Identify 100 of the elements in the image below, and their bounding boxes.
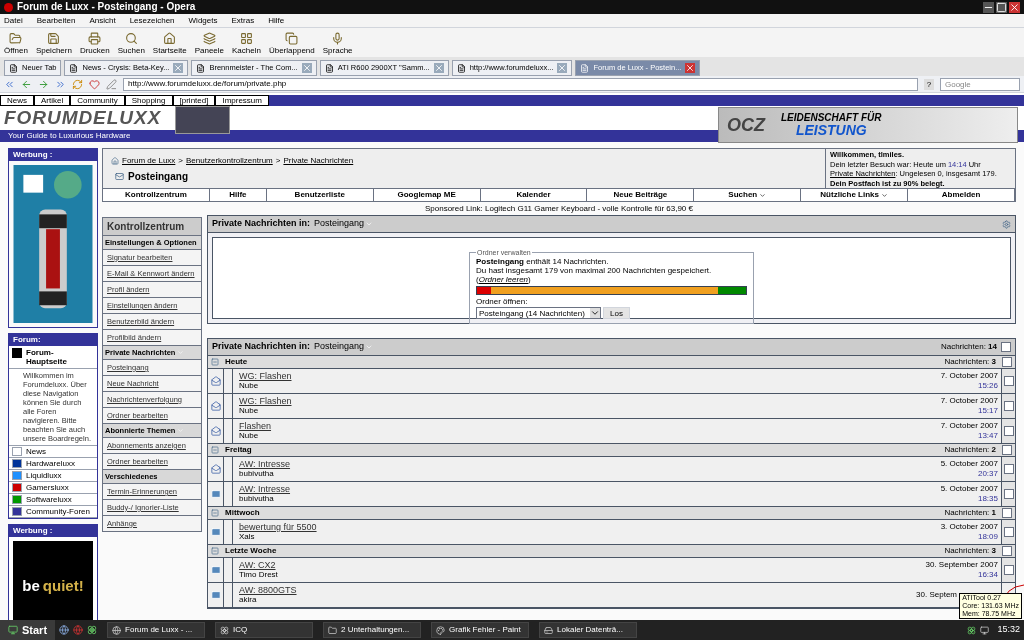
toolbar-button[interactable]: Paneele <box>194 32 224 55</box>
breadcrumb-link[interactable]: Benutzerkontrollzentrum <box>186 155 273 167</box>
forum-link[interactable]: Liquidluxx <box>9 470 97 482</box>
close-tab-icon[interactable] <box>557 63 568 73</box>
reload-icon[interactable] <box>72 78 83 90</box>
nav-tab[interactable]: Hilfe <box>209 189 267 201</box>
checkbox[interactable] <box>1001 342 1011 352</box>
toolbar-button[interactable]: Sprache <box>322 32 353 55</box>
nav-tab[interactable]: Nützliche Links <box>801 189 909 201</box>
message-sender: bubivutha <box>239 494 275 504</box>
forum-link[interactable]: Hardwareluxx <box>9 458 97 470</box>
menu-item[interactable]: Ansicht <box>89 14 116 27</box>
panel-title: Kontrollzentrum <box>103 218 201 235</box>
folder-select[interactable]: Posteingang (14 Nachrichten) <box>476 307 601 319</box>
forum-link[interactable]: Softwareluxx <box>9 494 97 506</box>
folder-dropdown[interactable]: Posteingang <box>314 217 374 231</box>
forum-link[interactable]: Gamersluxx <box>9 482 97 494</box>
close-tab-icon[interactable] <box>301 63 312 73</box>
checkbox[interactable] <box>1003 565 1014 575</box>
toolbar-button[interactable]: Suchen <box>117 32 145 55</box>
search-field[interactable]: Google <box>940 77 1020 91</box>
tray-icon[interactable] <box>967 625 977 635</box>
collapse-icon[interactable] <box>211 509 219 517</box>
nav-tab[interactable]: Benutzerliste <box>266 189 374 201</box>
collapse-icon[interactable] <box>211 446 219 454</box>
nav-tab[interactable]: Kontrollzentrum <box>103 189 210 201</box>
menu-item[interactable]: Datei <box>4 14 23 27</box>
nav-tab[interactable]: Abmelden <box>908 189 1015 201</box>
maximize-icon[interactable] <box>996 1 1007 13</box>
nav-tab[interactable]: Suchen <box>694 189 802 201</box>
nav-tab[interactable]: Googlemap ME <box>373 189 481 201</box>
start-button[interactable]: Start <box>0 620 56 640</box>
address-field[interactable]: http://www.forumdeluxx.de/forum/private.php <box>123 77 918 91</box>
toolbar-button[interactable]: Startseite <box>152 32 187 55</box>
checkbox[interactable] <box>1002 546 1012 556</box>
taskbar-button[interactable]: Grafik Fehler - Paint <box>431 622 530 638</box>
menu-item[interactable]: Widgets <box>188 14 218 27</box>
toolbar-button[interactable]: Speichern <box>35 32 72 55</box>
banner-ad[interactable]: be quiet! <box>13 541 93 620</box>
menu-item[interactable]: Lesezeichen <box>129 14 175 27</box>
nav-tab[interactable]: Neue Beiträge <box>587 189 695 201</box>
checkbox[interactable] <box>1002 508 1012 518</box>
settings-icon[interactable] <box>1002 219 1011 229</box>
home-icon[interactable] <box>111 157 119 165</box>
banner-ad[interactable]: OCZ LEIDENSCHAFT FÜR LEISTUNG <box>718 107 1018 143</box>
checkbox[interactable] <box>1003 401 1014 411</box>
message-subject[interactable]: Flashen <box>239 421 935 431</box>
breadcrumb-link[interactable]: Forum de Luxx <box>122 155 176 167</box>
heart-icon[interactable] <box>89 78 100 90</box>
collapse-icon[interactable] <box>211 358 219 366</box>
close-tab-icon[interactable] <box>173 63 184 73</box>
pen-icon[interactable] <box>106 78 117 90</box>
checkbox[interactable] <box>1002 445 1012 455</box>
toolbar-button[interactable]: Überlappend <box>268 32 315 55</box>
taskbar-button[interactable]: 2 Unterhaltungen... <box>323 622 422 638</box>
checkbox[interactable] <box>1003 527 1014 537</box>
close-tab-icon[interactable] <box>685 63 696 73</box>
message-subject[interactable]: AW: Intresse <box>239 459 935 469</box>
help-button[interactable]: ? <box>924 78 934 90</box>
checkbox[interactable] <box>1003 426 1014 436</box>
collapse-icon[interactable] <box>211 547 219 555</box>
page-icon <box>580 63 590 73</box>
toolbar-button[interactable]: Öffnen <box>4 32 28 55</box>
toolbar-button[interactable]: Drucken <box>79 32 110 55</box>
open-mail-icon <box>210 376 221 386</box>
checkbox[interactable] <box>1003 489 1014 499</box>
taskbar-button[interactable]: Lokaler Datenträ... <box>539 622 638 638</box>
menu-item[interactable]: Hilfe <box>268 14 285 27</box>
message-time: 20:37 <box>977 469 998 479</box>
message-subject[interactable]: AW: 8800GTS <box>239 585 911 595</box>
taskbar-button[interactable]: ICQ <box>215 622 314 638</box>
message-subject[interactable]: WG: Flashen <box>239 371 935 381</box>
back-icon[interactable] <box>21 78 32 90</box>
sponsored-link[interactable]: Sponsored Link: Logitech G11 Gamer Keyboard - volle Kontrolle für 63,90 € <box>102 202 1016 215</box>
globe-icon[interactable] <box>59 625 70 635</box>
message-subject[interactable]: AW: CX2 <box>239 560 920 570</box>
nav-tab[interactable]: Kalender <box>480 189 588 201</box>
flower-icon[interactable] <box>87 625 98 635</box>
folder-dropdown[interactable]: Posteingang <box>314 340 374 354</box>
forum-link[interactable]: News <box>9 446 97 458</box>
go-button[interactable]: Los <box>603 307 630 319</box>
menu-item[interactable]: Bearbeiten <box>36 14 76 27</box>
menu-item[interactable]: Extras <box>231 14 255 27</box>
taskbar-button[interactable]: Forum de Luxx - ... <box>107 622 206 638</box>
globe-icon[interactable] <box>73 625 84 635</box>
breadcrumb-link[interactable]: Private Nachrichten <box>283 155 354 167</box>
message-subject[interactable]: WG: Flashen <box>239 396 935 406</box>
minimize-icon[interactable] <box>983 1 994 13</box>
close-icon[interactable] <box>1009 1 1020 13</box>
toolbar-button[interactable]: Kacheln <box>232 32 261 55</box>
message-subject[interactable]: bewertung für 5500 <box>239 522 935 532</box>
checkbox[interactable] <box>1002 357 1012 367</box>
message-subject[interactable]: AW: Intresse <box>239 484 935 494</box>
checkbox[interactable] <box>1003 376 1014 386</box>
forum-link[interactable]: Community-Foren <box>9 506 97 518</box>
forward-icon[interactable] <box>38 78 49 90</box>
checkbox[interactable] <box>1003 464 1014 474</box>
forum-link[interactable]: Forum-Hauptseite <box>9 346 97 369</box>
tray-icon[interactable] <box>980 625 990 635</box>
close-tab-icon[interactable] <box>433 63 444 73</box>
